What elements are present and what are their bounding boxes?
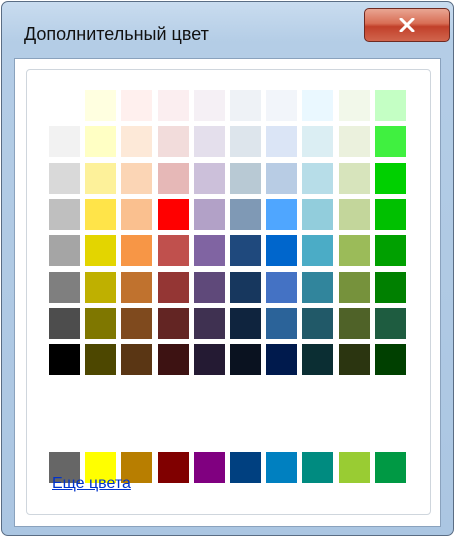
color-swatch[interactable] <box>157 271 189 303</box>
color-swatch[interactable] <box>49 307 80 339</box>
color-swatch[interactable] <box>193 126 225 158</box>
color-swatch[interactable] <box>121 344 153 376</box>
color-swatch[interactable] <box>193 307 225 339</box>
color-swatch[interactable] <box>157 90 189 121</box>
color-swatch[interactable] <box>121 307 153 339</box>
color-swatch[interactable] <box>157 344 189 376</box>
standard-color-swatch[interactable] <box>266 452 298 483</box>
color-swatch[interactable] <box>302 235 334 267</box>
color-swatch[interactable] <box>266 344 298 376</box>
color-swatch[interactable] <box>230 126 261 158</box>
color-swatch[interactable] <box>157 198 189 230</box>
color-swatch[interactable] <box>338 126 370 158</box>
color-swatch[interactable] <box>157 235 189 267</box>
color-swatch[interactable] <box>302 162 334 194</box>
color-swatch[interactable] <box>266 271 298 303</box>
close-button[interactable] <box>364 8 450 42</box>
standard-color-swatch[interactable] <box>374 452 406 483</box>
color-swatch[interactable] <box>374 90 406 121</box>
color-swatch[interactable] <box>49 90 80 121</box>
color-swatch[interactable] <box>121 126 153 158</box>
color-swatch[interactable] <box>193 198 225 230</box>
color-swatch[interactable] <box>49 344 80 376</box>
color-swatch[interactable] <box>374 198 406 230</box>
color-swatch[interactable] <box>230 162 261 194</box>
color-swatch[interactable] <box>157 126 189 158</box>
color-swatch[interactable] <box>338 307 370 339</box>
color-swatch[interactable] <box>230 271 261 303</box>
color-swatch[interactable] <box>157 162 189 194</box>
color-swatch[interactable] <box>85 162 117 194</box>
color-swatch[interactable] <box>85 90 117 121</box>
color-swatch[interactable] <box>193 162 225 194</box>
color-swatch[interactable] <box>338 271 370 303</box>
color-swatch[interactable] <box>157 307 189 339</box>
color-swatch[interactable] <box>302 344 334 376</box>
color-swatch[interactable] <box>302 198 334 230</box>
standard-color-swatch[interactable] <box>157 452 189 483</box>
more-colors-link[interactable]: Еще цвета <box>52 475 131 493</box>
color-swatch[interactable] <box>85 235 117 267</box>
color-swatch[interactable] <box>302 307 334 339</box>
color-swatch[interactable] <box>193 90 225 121</box>
color-swatch[interactable] <box>230 235 261 267</box>
color-swatch[interactable] <box>230 344 261 376</box>
close-x-icon <box>399 18 415 32</box>
color-dialog-window: Дополнительный цвет Еще цвета <box>1 1 454 536</box>
color-swatch[interactable] <box>193 271 225 303</box>
color-swatch[interactable] <box>121 271 153 303</box>
color-swatch[interactable] <box>266 235 298 267</box>
color-swatch[interactable] <box>266 162 298 194</box>
color-swatch[interactable] <box>338 90 370 121</box>
color-swatch[interactable] <box>49 162 80 194</box>
color-swatch[interactable] <box>230 307 261 339</box>
standard-color-swatch[interactable] <box>193 452 225 483</box>
color-swatch[interactable] <box>374 344 406 376</box>
color-swatch[interactable] <box>121 162 153 194</box>
color-swatch[interactable] <box>121 90 153 121</box>
color-swatch[interactable] <box>338 344 370 376</box>
color-swatch[interactable] <box>49 126 80 158</box>
standard-color-swatch[interactable] <box>230 452 261 483</box>
color-swatch[interactable] <box>85 126 117 158</box>
standard-color-swatch[interactable] <box>338 452 370 483</box>
color-swatch[interactable] <box>374 307 406 339</box>
color-swatch[interactable] <box>49 235 80 267</box>
color-swatch[interactable] <box>338 198 370 230</box>
color-swatch[interactable] <box>374 235 406 267</box>
color-swatch[interactable] <box>374 126 406 158</box>
color-swatch[interactable] <box>193 235 225 267</box>
color-swatch[interactable] <box>266 126 298 158</box>
standard-color-swatch[interactable] <box>302 452 334 483</box>
color-swatch[interactable] <box>49 271 80 303</box>
color-swatch[interactable] <box>85 344 117 376</box>
color-swatch[interactable] <box>85 271 117 303</box>
color-swatch[interactable] <box>49 198 80 230</box>
color-swatch[interactable] <box>302 271 334 303</box>
color-swatch[interactable] <box>338 235 370 267</box>
color-swatch[interactable] <box>230 198 261 230</box>
color-swatch[interactable] <box>338 162 370 194</box>
color-swatch[interactable] <box>266 90 298 121</box>
color-swatch[interactable] <box>230 90 261 121</box>
dialog-client-area: Еще цвета <box>14 58 441 527</box>
color-swatch[interactable] <box>374 162 406 194</box>
color-swatch[interactable] <box>193 344 225 376</box>
color-swatch[interactable] <box>374 271 406 303</box>
dialog-title: Дополнительный цвет <box>24 24 209 44</box>
color-swatch[interactable] <box>302 90 334 121</box>
color-palette-panel: Еще цвета <box>26 69 431 515</box>
color-swatch[interactable] <box>85 198 117 230</box>
color-swatch[interactable] <box>302 126 334 158</box>
color-swatch[interactable] <box>266 198 298 230</box>
color-swatch[interactable] <box>85 307 117 339</box>
color-swatch[interactable] <box>266 307 298 339</box>
color-swatch[interactable] <box>121 235 153 267</box>
color-swatch[interactable] <box>121 198 153 230</box>
